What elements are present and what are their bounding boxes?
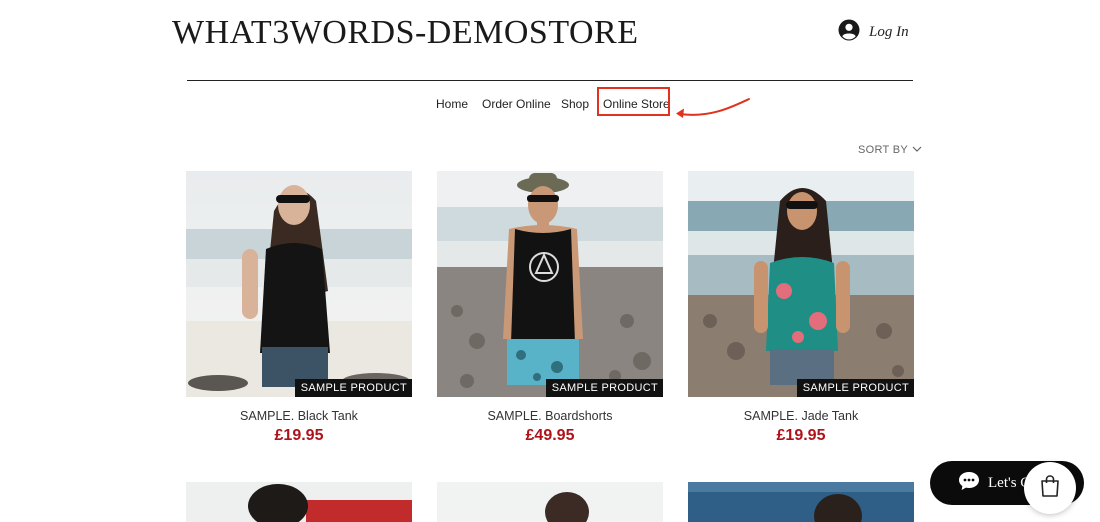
chevron-down-icon [912,144,922,156]
annotation-highlight-box [597,87,670,116]
site-title[interactable]: WHAT3WORDS-DEMOSTORE [172,14,638,52]
user-circle-icon [838,19,860,46]
product-image[interactable] [437,482,663,522]
login-label: Log In [869,24,909,40]
product-image[interactable]: SAMPLE PRODUCT [437,171,663,397]
product-price: £19.95 [776,427,826,444]
annotation-arrow [676,98,750,118]
product-price: £49.95 [525,427,575,444]
shopping-bag-icon [1039,474,1061,503]
product-name[interactable]: SAMPLE. Black Tank [186,409,412,423]
sort-by-label: SORT BY [858,144,908,156]
product-price: £19.95 [274,427,324,444]
product-image[interactable] [688,482,914,522]
nav-item-shop[interactable]: Shop [561,96,589,112]
header-divider [187,80,913,81]
product-name[interactable]: SAMPLE. Jade Tank [688,409,914,423]
nav-item-order-online[interactable]: Order Online [482,96,551,112]
product-badge: SAMPLE PRODUCT [294,379,412,397]
product-badge: SAMPLE PRODUCT [545,379,663,397]
product-image[interactable] [186,482,412,522]
nav-item-home[interactable]: Home [436,96,468,112]
product-name[interactable]: SAMPLE. Boardshorts [437,409,663,423]
cart-button[interactable] [1024,462,1076,514]
product-image[interactable]: SAMPLE PRODUCT [186,171,412,397]
login-button[interactable]: Log In [838,19,909,46]
product-image[interactable]: SAMPLE PRODUCT [688,171,914,397]
sort-by-dropdown[interactable]: SORT BY [858,144,922,156]
product-badge: SAMPLE PRODUCT [796,379,914,397]
chat-bubble-icon [958,471,980,496]
